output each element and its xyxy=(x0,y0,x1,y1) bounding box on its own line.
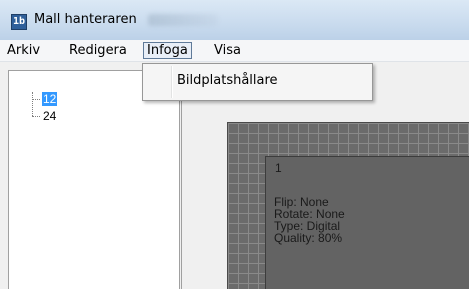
placeholder-number: 1 xyxy=(275,161,282,175)
menu-bar: Arkiv Redigera Infoga Visa xyxy=(0,40,469,62)
window-title: Mall hanteraren xyxy=(34,12,137,27)
menu-arkiv[interactable]: Arkiv xyxy=(3,42,44,59)
menu-redigera[interactable]: Redigera xyxy=(65,42,131,59)
menu-icon-gutter xyxy=(171,66,173,98)
tree-node-24[interactable]: 24 xyxy=(42,109,57,123)
tree-node-12[interactable]: 12 xyxy=(42,92,58,106)
title-bar[interactable]: 1b Mall hanteraren xyxy=(0,0,469,40)
template-tree-view[interactable]: 12 24 xyxy=(8,70,180,289)
menu-infoga[interactable]: Infoga xyxy=(143,42,192,59)
menu-visa[interactable]: Visa xyxy=(210,42,245,59)
tree-connector-line xyxy=(32,116,40,117)
app-icon[interactable]: 1b xyxy=(11,14,27,30)
main-window: 1b Mall hanteraren Arkiv Redigera Infoga… xyxy=(0,0,469,289)
title-blurred-area xyxy=(148,14,218,26)
image-placeholder[interactable]: 1 Flip: None Rotate: None Type: Digital … xyxy=(265,156,469,289)
placeholder-quality: Quality: 80% xyxy=(274,231,343,245)
menu-item-bildplatshallare[interactable]: Bildplatshållare xyxy=(177,73,278,88)
tree-connector-line xyxy=(32,92,33,116)
tree-connector-line xyxy=(32,99,40,100)
infoga-dropdown-menu: Bildplatshållare xyxy=(142,63,373,101)
